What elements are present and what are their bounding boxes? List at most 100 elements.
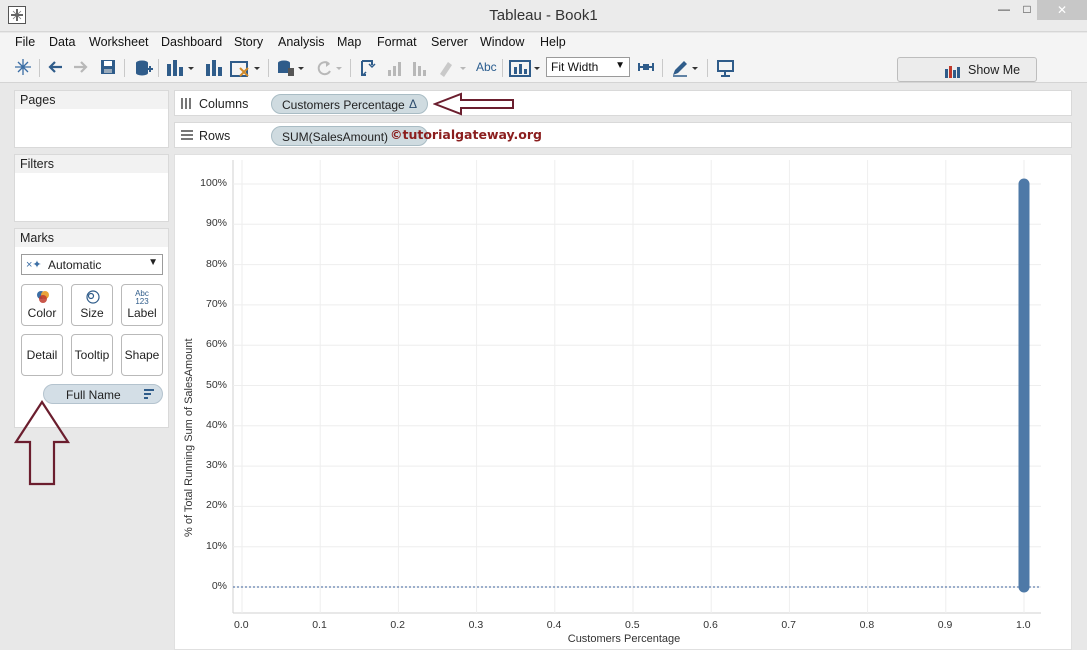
x-tick-label: 0.3 bbox=[468, 619, 484, 631]
scatter-chart[interactable] bbox=[175, 155, 1071, 649]
new-worksheet-icon[interactable] bbox=[166, 58, 194, 78]
mark-type-value: Automatic bbox=[48, 258, 102, 272]
new-data-source-icon[interactable] bbox=[133, 58, 153, 78]
fit-dropdown-value: Fit Width bbox=[551, 60, 599, 74]
show-me-label: Show Me bbox=[968, 63, 1021, 77]
detail-button[interactable]: Detail bbox=[21, 334, 63, 376]
y-tick-label: 60% bbox=[205, 338, 227, 351]
size-label: Size bbox=[80, 306, 104, 320]
show-mark-labels-button[interactable]: Abc bbox=[476, 60, 497, 74]
menu-window[interactable]: Window bbox=[480, 35, 524, 49]
tableau-home-icon[interactable] bbox=[14, 58, 32, 78]
bar-chart-icon bbox=[945, 66, 960, 78]
watermark-text: ©tutorialgateway.org bbox=[390, 127, 542, 142]
fix-axes-icon[interactable] bbox=[637, 58, 655, 78]
annotation-up-arrow bbox=[14, 400, 71, 486]
sort-descending-icon[interactable] bbox=[410, 58, 430, 78]
x-tick-label: 0.6 bbox=[703, 619, 718, 631]
toolbar-separator bbox=[707, 59, 708, 77]
menu-format[interactable]: Format bbox=[377, 35, 417, 49]
tooltip-button[interactable]: Tooltip bbox=[71, 334, 113, 376]
menu-data[interactable]: Data bbox=[49, 35, 75, 49]
toolbar: Abc Fit Width ▼ Show Me bbox=[0, 53, 1087, 83]
show-me-button[interactable]: Show Me bbox=[897, 57, 1037, 82]
title-bar: Tableau - Book1 — □ ✕ bbox=[0, 0, 1087, 32]
marks-card: Marks ×✦ Automatic ▼ Color Size Abc 123 L… bbox=[14, 228, 169, 428]
fit-dropdown[interactable]: Fit Width ▼ bbox=[546, 57, 630, 77]
y-tick-label: 90% bbox=[205, 217, 227, 230]
detail-icon bbox=[144, 389, 154, 399]
toolbar-separator bbox=[268, 59, 269, 77]
color-palette-icon bbox=[37, 291, 49, 303]
toolbar-separator bbox=[662, 59, 663, 77]
undo-icon[interactable] bbox=[46, 58, 64, 78]
close-button[interactable]: ✕ bbox=[1037, 0, 1087, 20]
sum-sales-amount-pill-label: SUM(SalesAmount) bbox=[282, 130, 389, 144]
menu-dashboard[interactable]: Dashboard bbox=[161, 35, 222, 49]
menu-analysis[interactable]: Analysis bbox=[278, 35, 325, 49]
columns-shelf[interactable]: Columns Customers Percentage Δ bbox=[174, 90, 1072, 116]
y-tick-label: 10% bbox=[205, 539, 227, 552]
rows-icon bbox=[181, 130, 193, 140]
x-axis-title: Customers Percentage bbox=[567, 633, 681, 645]
table-calc-delta-icon: Δ bbox=[408, 97, 417, 111]
menu-worksheet[interactable]: Worksheet bbox=[89, 35, 149, 49]
filters-shelf[interactable]: Filters bbox=[14, 154, 169, 222]
x-tick-label: 0.4 bbox=[546, 619, 562, 631]
mark-type-dropdown[interactable]: ×✦ Automatic ▼ bbox=[21, 254, 163, 275]
filters-title: Filters bbox=[15, 155, 168, 173]
redo-icon[interactable] bbox=[72, 58, 90, 78]
x-tick-label: 0.0 bbox=[234, 619, 249, 631]
label-label: Label bbox=[127, 306, 157, 320]
save-icon[interactable] bbox=[99, 58, 117, 78]
x-tick-label: 0.9 bbox=[937, 619, 953, 631]
x-tick-label: 0.7 bbox=[781, 619, 796, 631]
pages-title: Pages bbox=[15, 91, 168, 109]
toolbar-separator bbox=[39, 59, 40, 77]
swap-rows-columns-icon[interactable] bbox=[359, 58, 379, 78]
shape-label: Shape bbox=[124, 348, 160, 362]
y-tick-label: 20% bbox=[205, 499, 227, 512]
y-tick-label: 50% bbox=[205, 378, 227, 391]
shape-button[interactable]: Shape bbox=[121, 334, 163, 376]
annotate-pen-icon[interactable] bbox=[670, 58, 700, 78]
x-tick-label: 1.0 bbox=[1016, 619, 1031, 631]
size-circles-icon bbox=[86, 290, 100, 304]
size-button[interactable]: Size bbox=[71, 284, 113, 326]
chevron-down-icon: ▼ bbox=[148, 257, 158, 268]
highlight-icon[interactable] bbox=[436, 58, 468, 78]
customers-percentage-pill[interactable]: Customers Percentage Δ bbox=[271, 94, 428, 114]
chart-view[interactable]: % of Total Running Sum of SalesAmount Cu… bbox=[174, 154, 1072, 650]
label-button[interactable]: Abc 123 Label bbox=[121, 284, 163, 326]
y-tick-label: 0% bbox=[211, 580, 227, 592]
y-tick-label: 30% bbox=[205, 459, 227, 472]
toolbar-separator bbox=[158, 59, 159, 77]
menu-story[interactable]: Story bbox=[234, 35, 263, 49]
menu-file[interactable]: File bbox=[15, 35, 35, 49]
menu-help[interactable]: Help bbox=[540, 35, 566, 49]
abc-123-icon: Abc 123 bbox=[135, 289, 149, 306]
color-button[interactable]: Color bbox=[21, 284, 63, 326]
detail-label: Detail bbox=[26, 348, 58, 362]
y-tick-label: 80% bbox=[205, 257, 227, 270]
pages-shelf[interactable]: Pages bbox=[14, 90, 169, 148]
duplicate-sheet-icon[interactable] bbox=[204, 58, 226, 78]
presentation-mode-icon[interactable] bbox=[716, 58, 736, 78]
columns-label: Columns bbox=[199, 97, 249, 111]
menu-map[interactable]: Map bbox=[337, 35, 361, 49]
rows-shelf[interactable]: Rows SUM(SalesAmount) ©tutorialgateway.o… bbox=[174, 122, 1072, 148]
x-tick-label: 0.8 bbox=[859, 619, 875, 631]
refresh-icon[interactable] bbox=[314, 58, 344, 78]
totals-icon[interactable] bbox=[509, 58, 541, 78]
annotation-left-arrow bbox=[433, 92, 514, 116]
full-name-pill-label: Full Name bbox=[66, 388, 121, 402]
automatic-mark-icon: ×✦ bbox=[26, 259, 42, 271]
y-tick-label: 100% bbox=[200, 177, 227, 189]
pause-updates-icon[interactable] bbox=[276, 58, 306, 78]
menu-bar: File Data Worksheet Dashboard Story Anal… bbox=[0, 33, 1087, 53]
sort-ascending-icon[interactable] bbox=[385, 58, 405, 78]
y-tick-label: 70% bbox=[205, 297, 227, 310]
marks-title: Marks bbox=[15, 229, 168, 247]
menu-server[interactable]: Server bbox=[431, 35, 468, 49]
clear-sheet-icon[interactable] bbox=[230, 58, 262, 78]
